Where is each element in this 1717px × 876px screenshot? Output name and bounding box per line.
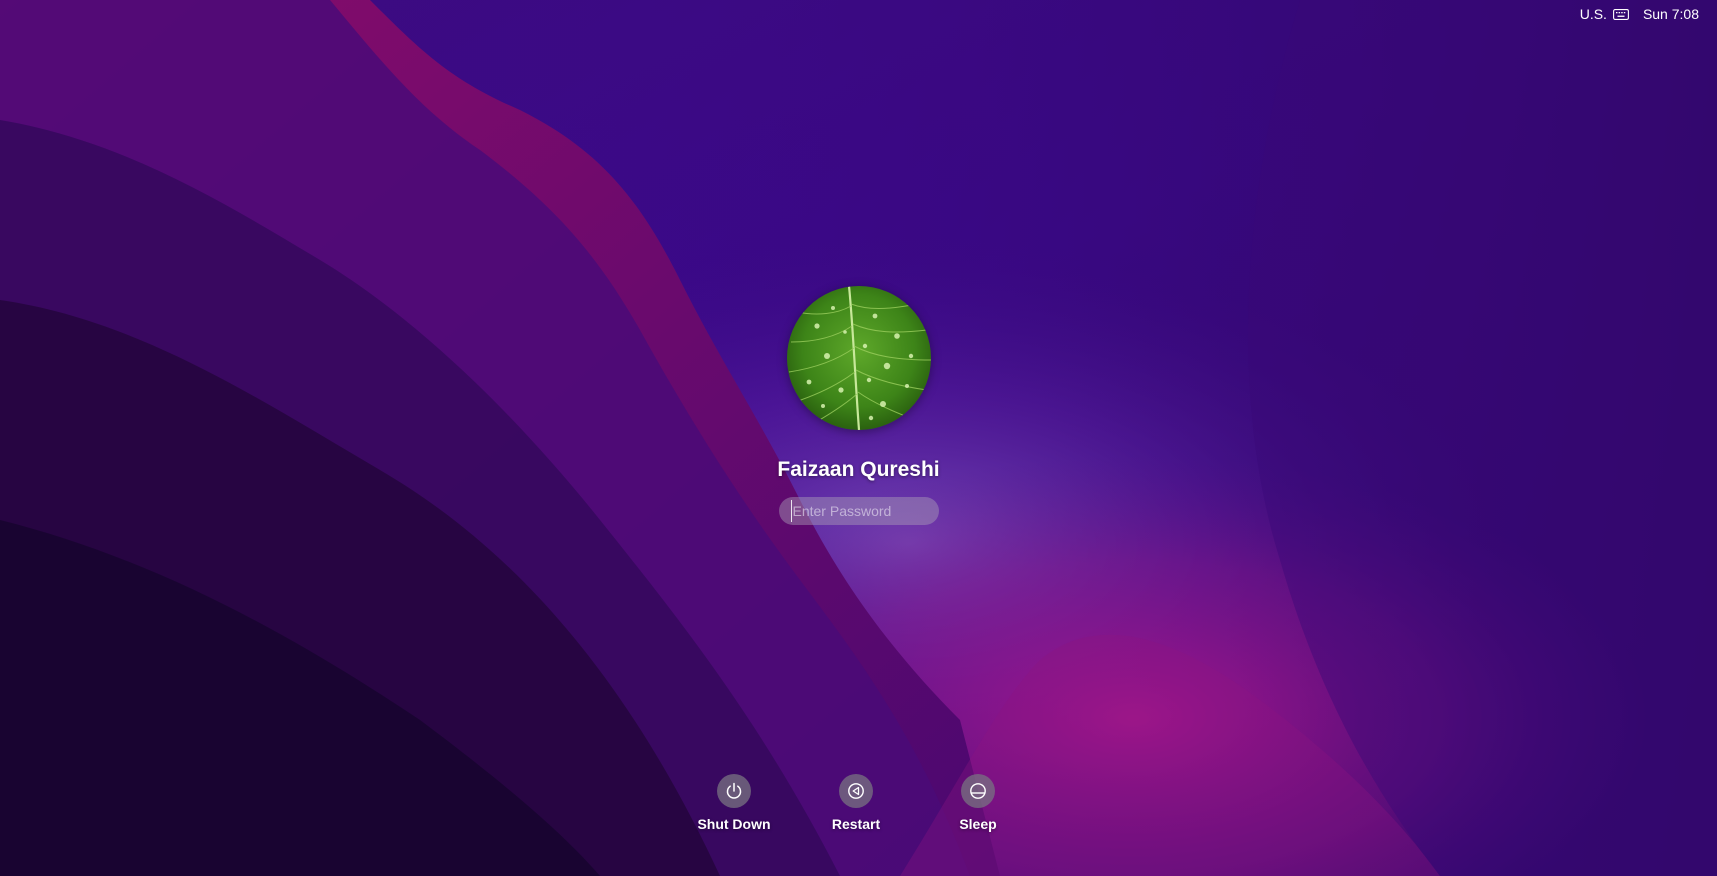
sleep-circle[interactable] — [961, 774, 995, 808]
shut-down-button[interactable]: Shut Down — [684, 774, 784, 832]
restart-circle[interactable] — [839, 774, 873, 808]
password-field[interactable] — [778, 497, 939, 525]
restart-button[interactable]: Restart — [806, 774, 906, 832]
leaf-avatar-icon — [786, 286, 931, 430]
sleep-label[interactable]: Sleep — [959, 816, 996, 832]
shut-down-label[interactable]: Shut Down — [697, 816, 770, 832]
user-avatar[interactable] — [786, 286, 931, 430]
input-source-menu[interactable]: U.S. — [1580, 6, 1629, 22]
input-source-label: U.S. — [1579, 6, 1607, 22]
sleep-icon — [970, 783, 986, 799]
restart-label[interactable]: Restart — [832, 816, 880, 832]
password-input[interactable] — [790, 500, 933, 522]
menu-bar: U.S. Sun 7:08 — [1580, 4, 1699, 24]
user-name: Faizaan Qureshi — [777, 458, 940, 481]
power-icon — [726, 782, 742, 799]
keyboard-icon — [1612, 8, 1629, 20]
login-screen: U.S. Sun 7:08 Faizaan Qureshi Shut Down … — [0, 0, 1717, 876]
login-panel: Faizaan Qureshi — [0, 286, 1717, 525]
power-actions: Shut Down Restart Sleep — [0, 774, 1717, 834]
menu-clock[interactable]: Sun 7:08 — [1643, 6, 1699, 22]
sleep-button[interactable]: Sleep — [928, 774, 1028, 832]
restart-icon — [848, 783, 864, 799]
shut-down-circle[interactable] — [717, 774, 751, 808]
